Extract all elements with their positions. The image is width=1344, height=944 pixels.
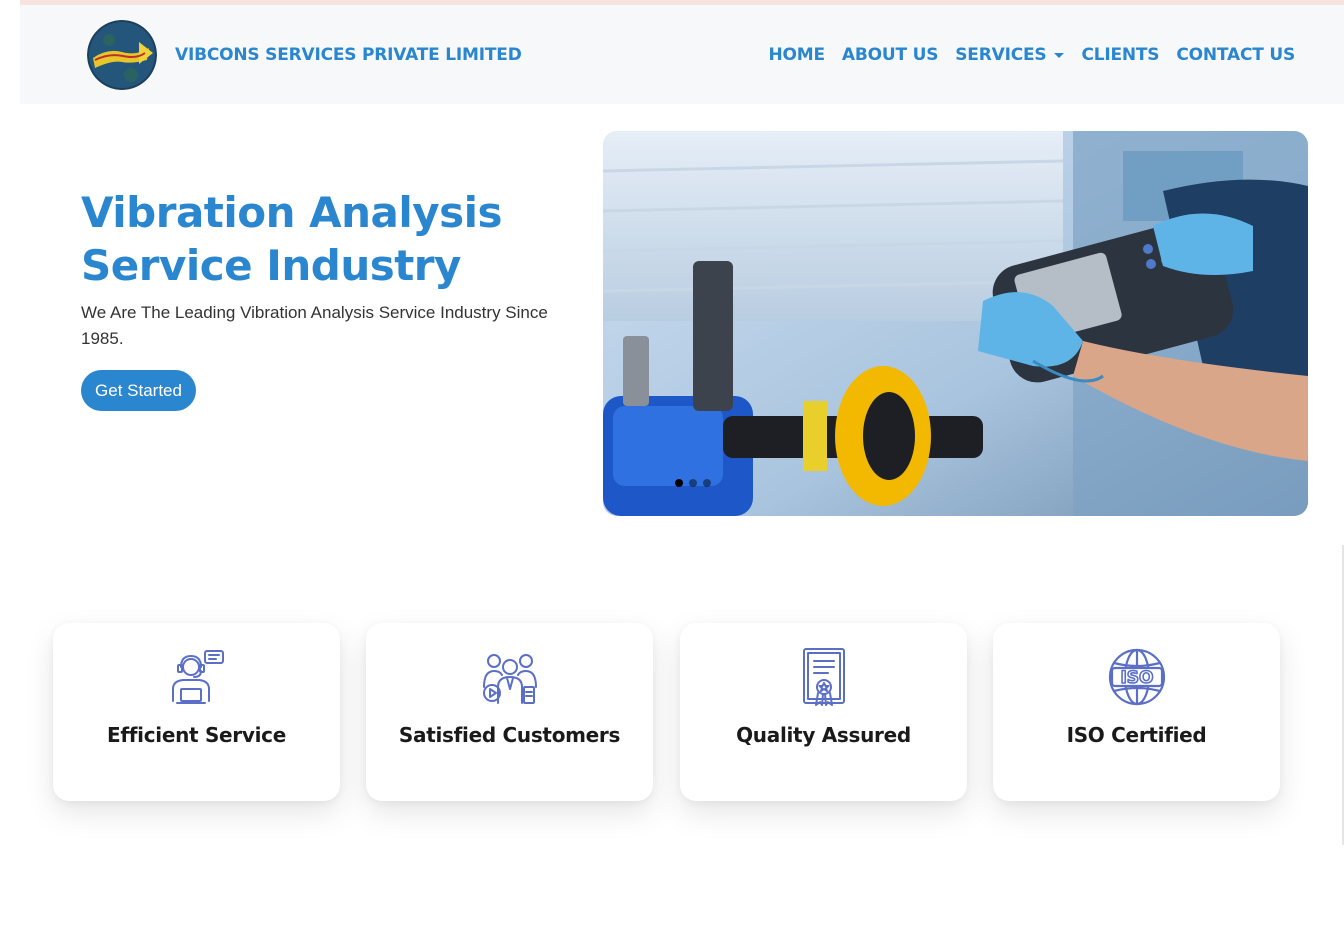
customer-group-icon (483, 654, 537, 704)
carousel-indicators (675, 479, 711, 487)
nav-clients[interactable]: CLIENTS (1081, 45, 1159, 65)
feature-label: ISO Certified (1066, 723, 1207, 747)
feature-card-satisfied-customers: Satisfied Customers (366, 623, 653, 801)
iso-globe-icon: ISO (1108, 648, 1166, 706)
nav-about-us[interactable]: ABOUT US (842, 45, 939, 65)
brand-name-link[interactable]: VIBCONS SERVICES PRIVATE LIMITED (175, 45, 522, 65)
hero-carousel[interactable] (603, 131, 1308, 516)
svg-text:ISO: ISO (1120, 668, 1153, 688)
chevron-down-icon (1054, 52, 1065, 58)
hero-title: Vibration Analysis Service Industry (81, 188, 503, 290)
carousel-slide-image (603, 131, 1308, 516)
navbar: VIBCONS SERVICES PRIVATE LIMITED HOME AB… (20, 5, 1344, 104)
hero-subtitle: We Are The Leading Vibration Analysis Se… (81, 303, 548, 348)
nav-services-label: SERVICES (955, 45, 1047, 65)
carousel-dot-2[interactable] (689, 479, 697, 487)
feature-label: Quality Assured (736, 723, 911, 747)
feature-card-quality-assured: Quality Assured (680, 623, 967, 801)
get-started-button[interactable]: Get Started (81, 370, 196, 411)
feature-label: Efficient Service (106, 723, 286, 747)
nav-contact-us[interactable]: CONTACT US (1176, 45, 1295, 65)
feature-card-iso-certified: ISO ISO Certified (993, 623, 1280, 801)
feature-card-efficient-service: Efficient Service (53, 623, 340, 801)
company-logo[interactable] (87, 20, 157, 90)
carousel-dot-1[interactable] (675, 479, 683, 487)
carousel-dot-3[interactable] (703, 479, 711, 487)
main-nav: HOME ABOUT US SERVICES CLIENTS CONTACT U… (769, 45, 1296, 65)
feature-label: Satisfied Customers (398, 723, 621, 747)
certificate-icon (803, 648, 845, 706)
nav-home[interactable]: HOME (769, 45, 826, 65)
nav-services-dropdown[interactable]: SERVICES (955, 45, 1065, 65)
support-agent-icon (172, 650, 224, 704)
